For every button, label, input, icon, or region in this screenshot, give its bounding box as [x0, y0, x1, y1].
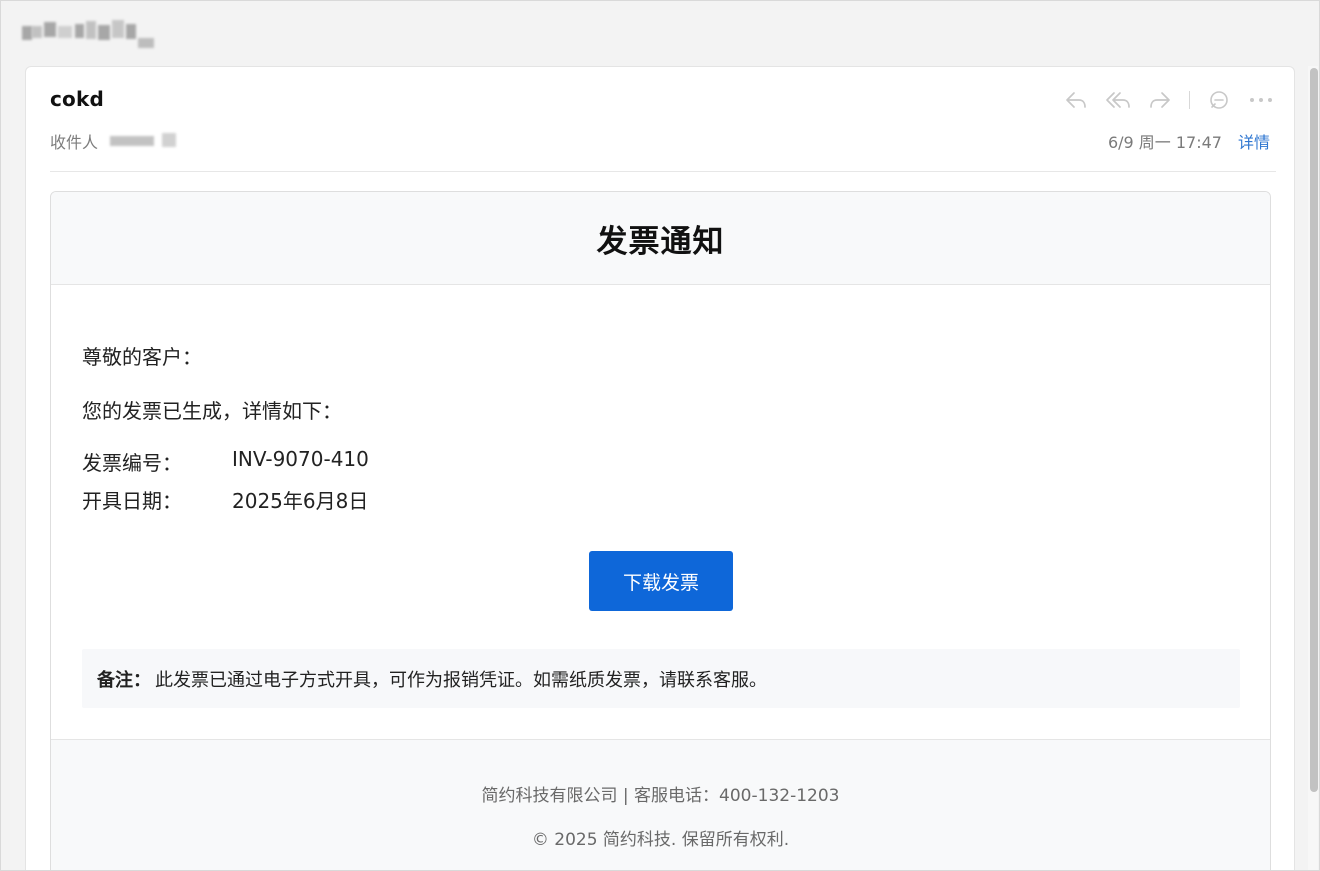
- reply-icon[interactable]: [1061, 87, 1091, 113]
- invoice-footer: 简约科技有限公司 | 客服电话：400-132-1203 © 2025 简约科技…: [51, 739, 1270, 870]
- forward-icon[interactable]: [1145, 87, 1175, 113]
- more-icon[interactable]: [1246, 87, 1276, 113]
- email-window: cokd 收件人 6/9 周一 17:47 详情 发票通知 尊敬的客户： 您的发…: [0, 0, 1320, 871]
- invoice-number-value: INV-9070-410: [232, 447, 369, 471]
- invoice-header: 发票通知: [51, 192, 1270, 285]
- invoice-email-body: 发票通知 尊敬的客户： 您的发票已生成，详情如下： 发票编号： INV-9070…: [50, 191, 1271, 870]
- issue-date-row: 开具日期： 2025年6月8日: [82, 485, 368, 514]
- vertical-scrollbar-thumb[interactable]: [1310, 68, 1318, 792]
- footer-copyright-line: © 2025 简约科技. 保留所有权利.: [531, 830, 790, 850]
- toolbar-separator: [1189, 91, 1190, 109]
- note-box: 备注： 此发票已通过电子方式开具，可作为报销凭证。如需纸质发票，请联系客服。: [82, 649, 1240, 708]
- message-timestamp: 6/9 周一 17:47: [1107, 133, 1222, 152]
- issue-date-value: 2025年6月8日: [232, 489, 369, 513]
- invoice-title: 发票通知: [596, 223, 725, 260]
- invoice-number-row: 发票编号： INV-9070-410: [82, 447, 369, 476]
- comment-icon[interactable]: [1204, 87, 1234, 113]
- download-invoice-button[interactable]: 下载发票: [589, 551, 733, 611]
- details-link[interactable]: 详情: [1238, 129, 1270, 153]
- greeting-text: 尊敬的客户：: [82, 345, 202, 369]
- sender-name: cokd: [50, 87, 105, 111]
- footer-company-line: 简约科技有限公司 | 客服电话：400-132-1203: [481, 786, 840, 806]
- intro-text: 您的发票已生成，详情如下：: [82, 399, 342, 423]
- email-message-card: cokd 收件人 6/9 周一 17:47 详情 发票通知 尊敬的客户： 您的发…: [25, 66, 1295, 871]
- blurred-recipient-placeholder: [110, 132, 190, 150]
- message-meta: 6/9 周一 17:47 详情: [1108, 129, 1270, 153]
- invoice-number-label: 发票编号：: [82, 451, 182, 475]
- blurred-subject-placeholder: [22, 18, 154, 56]
- recipient-label: 收件人: [50, 133, 99, 152]
- note-text: 此发票已通过电子方式开具，可作为报销凭证。如需纸质发票，请联系客服。: [155, 669, 767, 691]
- note-label: 备注：: [97, 669, 151, 691]
- recipient-row: 收件人: [50, 129, 190, 153]
- header-divider: [50, 171, 1276, 172]
- message-toolbar: [1061, 87, 1276, 113]
- reply-all-icon[interactable]: [1103, 87, 1133, 113]
- invoice-content: 尊敬的客户： 您的发票已生成，详情如下： 发票编号： INV-9070-410 …: [51, 285, 1270, 739]
- vertical-scrollbar-track[interactable]: [1308, 66, 1318, 871]
- issue-date-label: 开具日期：: [82, 489, 182, 513]
